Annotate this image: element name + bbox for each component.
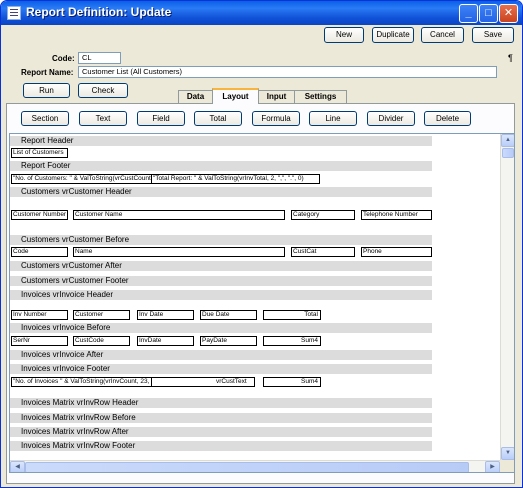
invoice-header-text[interactable]: Inv Date bbox=[137, 310, 194, 320]
window-title: Report Definition: Update bbox=[26, 5, 172, 19]
section-invrow-after[interactable]: Invoices Matrix vrInvRow After bbox=[10, 427, 432, 437]
section-report-footer[interactable]: Report Footer bbox=[10, 161, 432, 171]
scroll-right-arrow-icon[interactable]: ▶ bbox=[485, 461, 500, 472]
section-invrow-before[interactable]: Invoices Matrix vrInvRow Before bbox=[10, 413, 432, 423]
maximize-button[interactable]: □ bbox=[479, 4, 498, 23]
invoice-header-text[interactable]: Inv Number bbox=[11, 310, 68, 320]
customer-header-text[interactable]: Customer Name bbox=[73, 210, 285, 220]
invoice-before-field[interactable]: InvDate bbox=[137, 336, 194, 346]
report-definition-window: Report Definition: Update _ □ ✕ New Dupl… bbox=[0, 0, 523, 488]
duplicate-button[interactable]: Duplicate bbox=[372, 27, 414, 43]
check-button[interactable]: Check bbox=[78, 83, 128, 98]
text-button[interactable]: Text bbox=[79, 111, 127, 126]
delete-button[interactable]: Delete bbox=[424, 111, 471, 126]
formula-button[interactable]: Formula bbox=[252, 111, 300, 126]
vertical-scroll-thumb[interactable] bbox=[502, 148, 514, 158]
customer-header-text[interactable]: Category bbox=[291, 210, 355, 220]
invoice-footer-formula[interactable]: "No. of Invoices " & ValToString(vrInvCo… bbox=[11, 377, 157, 387]
section-invoices-footer[interactable]: Invoices vrInvoice Footer bbox=[10, 364, 432, 374]
vertical-scrollbar[interactable]: ▲ ▼ bbox=[500, 134, 514, 460]
tab-layout[interactable]: Layout bbox=[212, 88, 259, 104]
customer-header-text[interactable]: Customer Number bbox=[11, 210, 68, 220]
section-invoices-after[interactable]: Invoices vrInvoice After bbox=[10, 350, 432, 360]
divider-button[interactable]: Divider bbox=[367, 111, 415, 126]
customer-before-field[interactable]: Name bbox=[73, 247, 285, 257]
code-label: Code: bbox=[52, 54, 75, 63]
report-name-field[interactable]: Customer List (All Customers) bbox=[78, 66, 497, 78]
total-button[interactable]: Total bbox=[194, 111, 242, 126]
section-customers-header[interactable]: Customers vrCustomer Header bbox=[10, 187, 432, 197]
section-invrow-header[interactable]: Invoices Matrix vrInvRow Header bbox=[10, 398, 432, 408]
code-field[interactable]: CL bbox=[78, 52, 121, 64]
section-invoices-before[interactable]: Invoices vrInvoice Before bbox=[10, 323, 432, 333]
close-button[interactable]: ✕ bbox=[499, 4, 518, 23]
report-name-label: Report Name: bbox=[21, 68, 74, 77]
invoice-before-field[interactable]: CustCode bbox=[73, 336, 130, 346]
title-bar[interactable]: Report Definition: Update _ □ ✕ bbox=[1, 1, 522, 25]
invoice-before-field[interactable]: Sum4 bbox=[263, 336, 321, 346]
invoice-footer-field[interactable]: Sum4 bbox=[263, 377, 321, 387]
tab-settings[interactable]: Settings bbox=[294, 90, 347, 103]
section-report-header[interactable]: Report Header bbox=[10, 136, 432, 146]
horizontal-scrollbar[interactable]: ◀ ▶ bbox=[10, 460, 500, 472]
scrollbar-corner bbox=[500, 460, 514, 472]
paragraph-icon[interactable]: ¶ bbox=[508, 53, 513, 63]
customer-header-text[interactable]: Telephone Number bbox=[361, 210, 432, 220]
report-footer-formula[interactable]: "Total Report: " & ValToString(vrInvTota… bbox=[151, 174, 320, 184]
tab-input[interactable]: Input bbox=[258, 90, 295, 103]
invoice-before-field[interactable]: SerNr bbox=[11, 336, 68, 346]
layout-canvas[interactable]: Report Header List of Customers Report F… bbox=[9, 133, 515, 473]
window-icon bbox=[7, 6, 21, 20]
scroll-up-arrow-icon[interactable]: ▲ bbox=[501, 134, 514, 147]
tab-data[interactable]: Data bbox=[178, 90, 213, 103]
section-invrow-footer[interactable]: Invoices Matrix vrInvRow Footer bbox=[10, 441, 432, 451]
run-button[interactable]: Run bbox=[23, 83, 70, 98]
report-header-text[interactable]: List of Customers bbox=[11, 148, 68, 158]
invoice-before-field[interactable]: PayDate bbox=[200, 336, 257, 346]
section-customers-after[interactable]: Customers vrCustomer After bbox=[10, 261, 432, 271]
minimize-button[interactable]: _ bbox=[459, 4, 478, 23]
section-customers-before[interactable]: Customers vrCustomer Before bbox=[10, 235, 432, 245]
section-button[interactable]: Section bbox=[21, 111, 69, 126]
new-button[interactable]: New bbox=[324, 27, 364, 43]
field-button[interactable]: Field bbox=[137, 111, 185, 126]
invoice-header-text[interactable]: Total bbox=[263, 310, 321, 320]
section-invoices-header[interactable]: Invoices vrInvoice Header bbox=[10, 290, 432, 300]
report-footer-formula[interactable]: "No. of Customers: " & ValToString(vrCus… bbox=[11, 174, 157, 184]
invoice-footer-field[interactable]: vrCustText bbox=[151, 377, 255, 387]
save-button[interactable]: Save bbox=[472, 27, 514, 43]
customer-before-field[interactable]: Code bbox=[11, 247, 68, 257]
invoice-header-text[interactable]: Customer bbox=[73, 310, 130, 320]
horizontal-scroll-thumb[interactable] bbox=[25, 462, 469, 472]
customer-before-field[interactable]: CustCat bbox=[291, 247, 355, 257]
customer-before-field[interactable]: Phone bbox=[361, 247, 432, 257]
scroll-down-arrow-icon[interactable]: ▼ bbox=[501, 447, 514, 460]
invoice-header-text[interactable]: Due Date bbox=[200, 310, 257, 320]
scroll-left-arrow-icon[interactable]: ◀ bbox=[10, 461, 25, 472]
section-customers-footer[interactable]: Customers vrCustomer Footer bbox=[10, 276, 432, 286]
cancel-button[interactable]: Cancel bbox=[421, 27, 464, 43]
line-button[interactable]: Line bbox=[309, 111, 357, 126]
